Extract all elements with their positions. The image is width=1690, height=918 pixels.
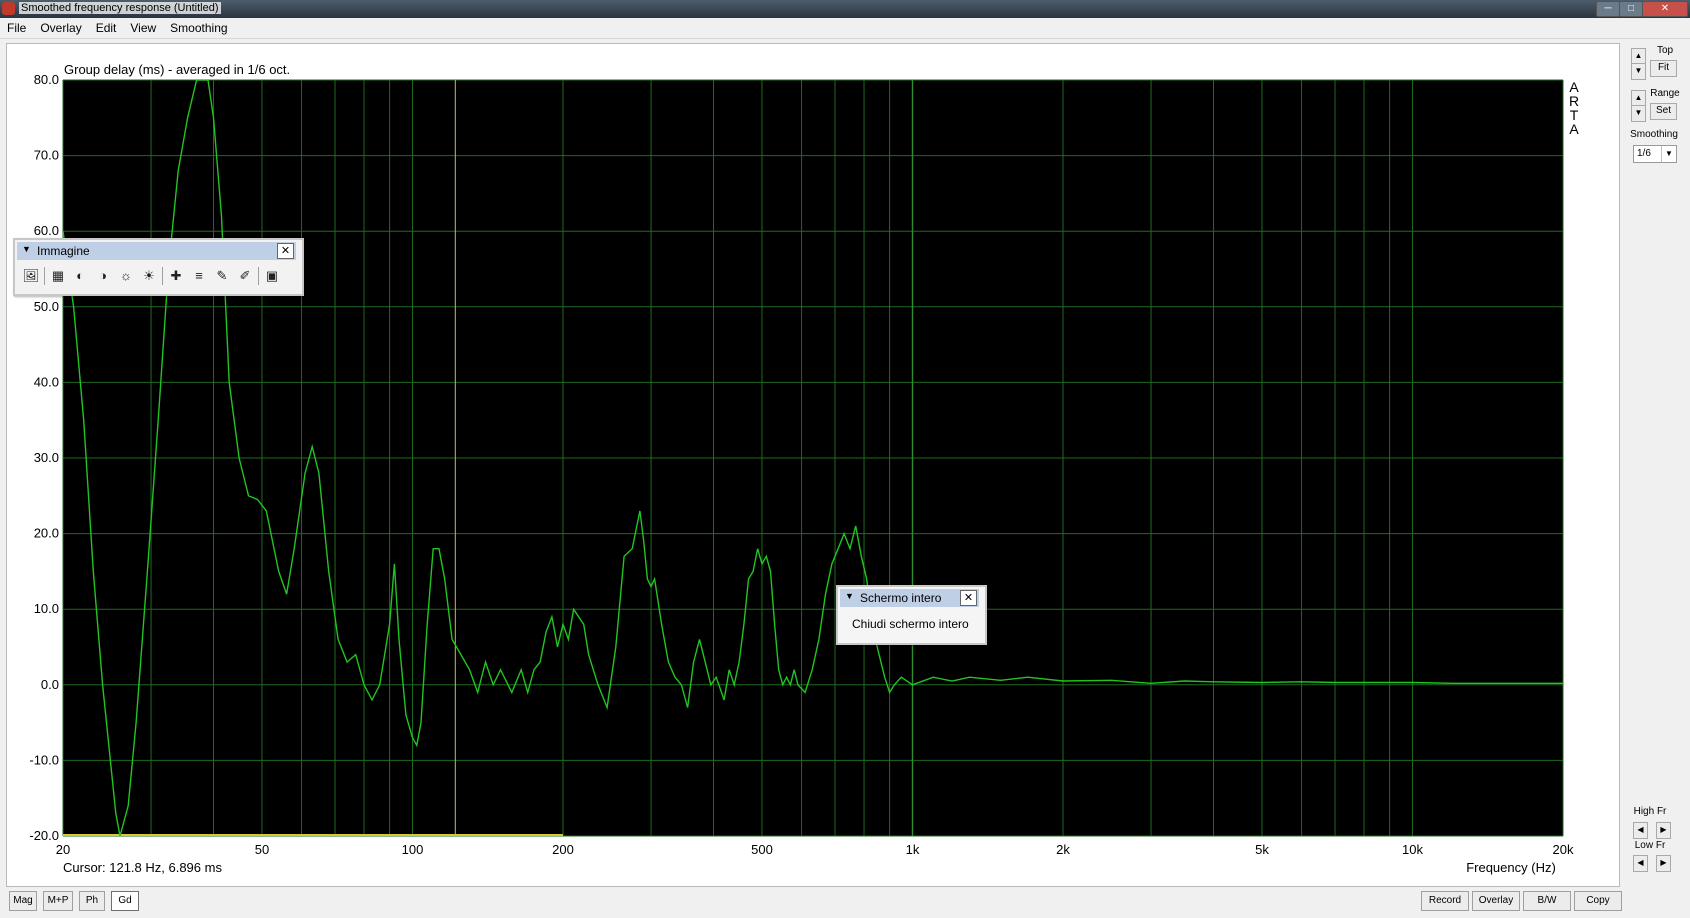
copy-button[interactable]: Copy [1574, 891, 1622, 911]
reset-picture-icon[interactable]: ▣ [263, 267, 281, 285]
less-contrast-icon[interactable]: ◑ [94, 267, 112, 285]
high-fr-label: High Fr [1633, 806, 1667, 817]
format-picture-icon[interactable]: ✎ [213, 267, 231, 285]
set-button[interactable]: Set [1650, 103, 1677, 120]
close-icon[interactable]: ✕ [960, 590, 977, 606]
chevron-down-icon: ▼ [1661, 146, 1676, 162]
image-toolbar[interactable]: ▼ Immagine ✕ 🖼 ▦ ◐ ◑ ☼ ☀ ✚ ≡ ✎ ✐ ▣ [13, 238, 304, 296]
x-tick-label: 20k [1553, 842, 1574, 857]
arta-watermark: ARTA [1569, 79, 1579, 137]
fit-button[interactable]: Fit [1650, 60, 1677, 77]
top-label: Top [1656, 45, 1674, 56]
fullscreen-toolbar-header[interactable]: ▼ Schermo intero ✕ [840, 589, 979, 607]
group-delay-chart[interactable]: 80.0 70.0 60.0 50.0 40.0 30.0 20.0 10.0 0.0 -10.0… [0, 0, 1690, 918]
toolbar-separator [258, 267, 259, 285]
tab-mag[interactable]: Mag [9, 891, 37, 911]
high-fr-right-arrow[interactable]: ▶ [1656, 822, 1671, 839]
color-icon[interactable]: ▦ [49, 267, 67, 285]
x-tick-label: 20 [56, 842, 70, 857]
x-tick-label: 500 [751, 842, 773, 857]
y-tick-label: 20.0 [34, 526, 59, 541]
chart-title: Group delay (ms) - averaged in 1/6 oct. [64, 62, 290, 77]
image-toolbar-header[interactable]: ▼ Immagine ✕ [17, 242, 296, 260]
watermark-letter: A [1569, 121, 1579, 137]
y-tick-label: -20.0 [29, 828, 59, 843]
x-tick-label: 100 [402, 842, 424, 857]
x-tick-label: 10k [1402, 842, 1423, 857]
top-down-arrow[interactable]: ▼ [1631, 63, 1646, 80]
y-tick-label: 0.0 [41, 677, 59, 692]
image-toolbar-title: Immagine [37, 244, 90, 258]
y-tick-label: 80.0 [34, 72, 59, 87]
fullscreen-toolbar[interactable]: ▼ Schermo intero ✕ Chiudi schermo intero [836, 585, 987, 645]
smoothing-value: 1/6 [1637, 148, 1651, 159]
tab-gd[interactable]: Gd [111, 891, 139, 911]
insert-image-icon[interactable]: 🖼 [22, 267, 40, 285]
x-tick-label: 50 [255, 842, 269, 857]
close-icon[interactable]: ✕ [277, 243, 294, 259]
tab-ph[interactable]: Ph [79, 891, 105, 911]
cursor-readout: Cursor: 121.8 Hz, 6.896 ms [63, 860, 222, 875]
set-transparent-icon[interactable]: ✐ [236, 267, 254, 285]
x-tick-label: 5k [1255, 842, 1269, 857]
toolbar-separator [162, 267, 163, 285]
more-contrast-icon[interactable]: ◐ [71, 267, 89, 285]
x-axis-label: Frequency (Hz) [1466, 860, 1556, 875]
line-style-icon[interactable]: ≡ [190, 267, 208, 285]
low-fr-label: Low Fr [1634, 840, 1666, 851]
x-axis-ticks: 20 50 100 200 500 1k 2k 5k 10k 20k [56, 842, 1574, 857]
toolbar-separator [44, 267, 45, 285]
x-tick-label: 2k [1056, 842, 1070, 857]
bw-button[interactable]: B/W [1523, 891, 1571, 911]
more-brightness-icon[interactable]: ☼ [117, 267, 135, 285]
record-button[interactable]: Record [1421, 891, 1469, 911]
range-down-arrow[interactable]: ▼ [1631, 105, 1646, 122]
x-tick-label: 200 [552, 842, 574, 857]
smoothing-label: Smoothing [1630, 129, 1678, 140]
y-tick-label: 60.0 [34, 223, 59, 238]
less-brightness-icon[interactable]: ☀ [140, 267, 158, 285]
y-tick-label: 50.0 [34, 299, 59, 314]
collapse-icon[interactable]: ▼ [22, 244, 31, 254]
low-fr-right-arrow[interactable]: ▶ [1656, 855, 1671, 872]
y-axis-ticks: 80.0 70.0 60.0 50.0 40.0 30.0 20.0 10.0 0.0 -10.0… [29, 72, 59, 843]
range-label: Range [1650, 88, 1680, 99]
high-fr-left-arrow[interactable]: ◀ [1633, 822, 1648, 839]
collapse-icon[interactable]: ▼ [845, 591, 854, 601]
tab-m-plus-p[interactable]: M+P [43, 891, 73, 911]
y-tick-label: 30.0 [34, 450, 59, 465]
crop-icon[interactable]: ✚ [167, 267, 185, 285]
low-fr-left-arrow[interactable]: ◀ [1633, 855, 1648, 872]
y-tick-label: 70.0 [34, 148, 59, 163]
y-tick-label: 10.0 [34, 601, 59, 616]
x-tick-label: 1k [906, 842, 920, 857]
overlay-button[interactable]: Overlay [1472, 891, 1520, 911]
close-fullscreen-button[interactable]: Chiudi schermo intero [852, 617, 969, 631]
smoothing-select[interactable]: 1/6 ▼ [1633, 145, 1677, 163]
y-tick-label: 40.0 [34, 374, 59, 389]
y-tick-label: -10.0 [29, 752, 59, 767]
fullscreen-toolbar-title: Schermo intero [860, 591, 942, 605]
